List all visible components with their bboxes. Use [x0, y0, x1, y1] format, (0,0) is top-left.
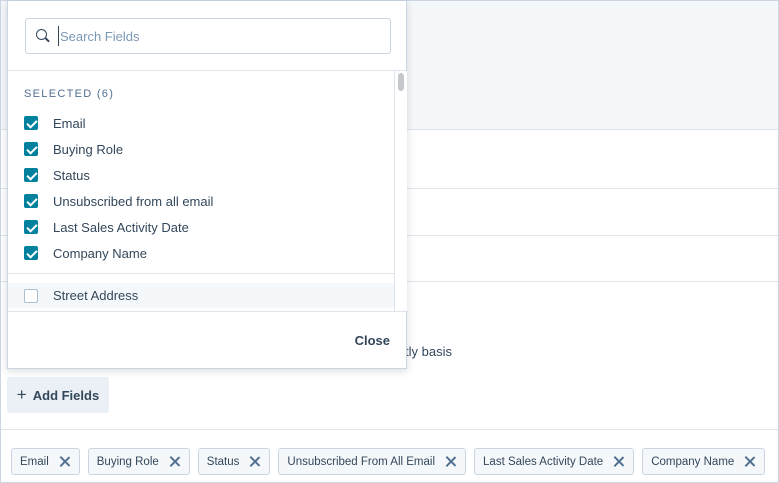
- remove-chip-close-icon[interactable]: [613, 456, 624, 467]
- checkbox-checked[interactable]: [24, 194, 38, 208]
- plus-icon: +: [16, 384, 27, 404]
- list-item-last-sales-activity-date[interactable]: Last Sales Activity Date: [8, 214, 394, 240]
- list-item-status[interactable]: Status: [8, 162, 394, 188]
- remove-chip-close-icon[interactable]: [744, 456, 755, 467]
- field-chip-email: Email: [11, 448, 80, 475]
- list-item-street-address[interactable]: Street Address: [8, 283, 394, 308]
- list-item-label: Company Name: [53, 245, 147, 261]
- chip-label: Buying Role: [96, 455, 159, 468]
- list-item-label: Email: [53, 115, 86, 131]
- search-fields-input[interactable]: [58, 26, 378, 46]
- divider: [8, 311, 406, 312]
- close-button[interactable]: Close: [355, 333, 390, 348]
- checkbox-checked[interactable]: [24, 168, 38, 182]
- add-fields-label: Add Fields: [32, 387, 100, 403]
- list-item-label: Last Sales Activity Date: [53, 219, 189, 235]
- list-item-buying-role[interactable]: Buying Role: [8, 136, 394, 162]
- checkbox-checked[interactable]: [24, 246, 38, 260]
- remove-chip-close-icon[interactable]: [59, 456, 70, 467]
- list-item-label: Unsubscribed from all email: [53, 193, 214, 209]
- checkbox-checked[interactable]: [24, 116, 38, 130]
- scrollbar-thumb[interactable]: [398, 73, 404, 91]
- selected-section-label: SELECTED (6): [24, 88, 115, 100]
- field-chip-last-sales-activity-date: Last Sales Activity Date: [474, 448, 635, 475]
- chip-label: Email: [20, 455, 49, 468]
- search-box: [25, 18, 391, 54]
- list-item-label: Status: [53, 167, 90, 183]
- background-partial-text: tly basis: [405, 344, 452, 359]
- list-item-email[interactable]: Email: [8, 110, 394, 136]
- checkbox-unchecked[interactable]: [24, 288, 38, 303]
- remove-chip-close-icon[interactable]: [249, 456, 260, 467]
- scrollbar[interactable]: [394, 71, 407, 311]
- chip-label: Status: [206, 455, 240, 468]
- list-item-label: Street Address: [53, 288, 139, 303]
- field-chip-unsubscribed: Unsubscribed From All Email: [278, 448, 467, 475]
- list-item-company-name[interactable]: Company Name: [8, 240, 394, 266]
- divider: [8, 273, 394, 274]
- field-chip-company-name: Company Name: [642, 448, 766, 475]
- add-fields-button[interactable]: + Add Fields: [7, 377, 109, 413]
- checkbox-checked[interactable]: [24, 142, 38, 156]
- chip-label: Unsubscribed From All Email: [287, 455, 436, 468]
- search-icon: [36, 29, 50, 43]
- field-picker-dropdown: SELECTED (6) Email Buying Role Status Un…: [7, 1, 407, 369]
- list-item-unsubscribed[interactable]: Unsubscribed from all email: [8, 188, 394, 214]
- remove-chip-close-icon[interactable]: [169, 456, 180, 467]
- chip-label: Last Sales Activity Date: [483, 455, 604, 468]
- checkbox-checked[interactable]: [24, 220, 38, 234]
- chip-label: Company Name: [651, 455, 735, 468]
- field-list: SELECTED (6) Email Buying Role Status Un…: [8, 71, 394, 311]
- list-item-label: Buying Role: [53, 141, 124, 157]
- remove-chip-close-icon[interactable]: [445, 456, 456, 467]
- selected-fields-chip-bar: Email Buying Role Status Unsubscribed Fr…: [1, 429, 778, 483]
- field-chip-buying-role: Buying Role: [87, 448, 190, 475]
- page: tly basis + Add Fields Email Buying Role…: [0, 0, 779, 483]
- field-chip-status: Status: [197, 448, 271, 475]
